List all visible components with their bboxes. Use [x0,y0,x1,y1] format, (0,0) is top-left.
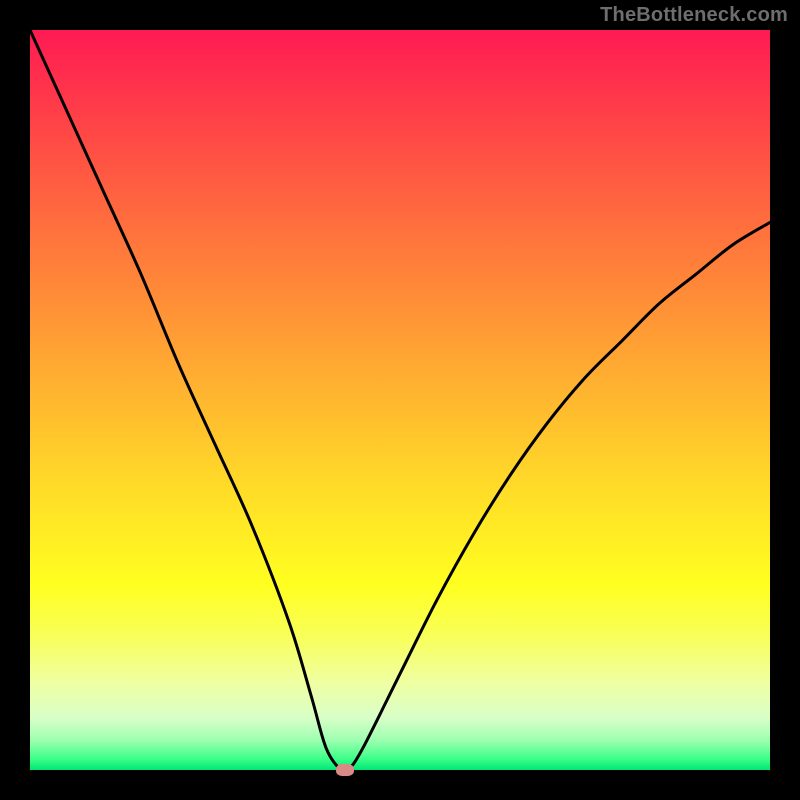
chart-frame: TheBottleneck.com [0,0,800,800]
optimal-point-marker [336,764,354,776]
plot-area [30,30,770,770]
bottleneck-curve [30,30,770,770]
watermark-text: TheBottleneck.com [600,4,788,27]
curve-path [30,30,770,770]
